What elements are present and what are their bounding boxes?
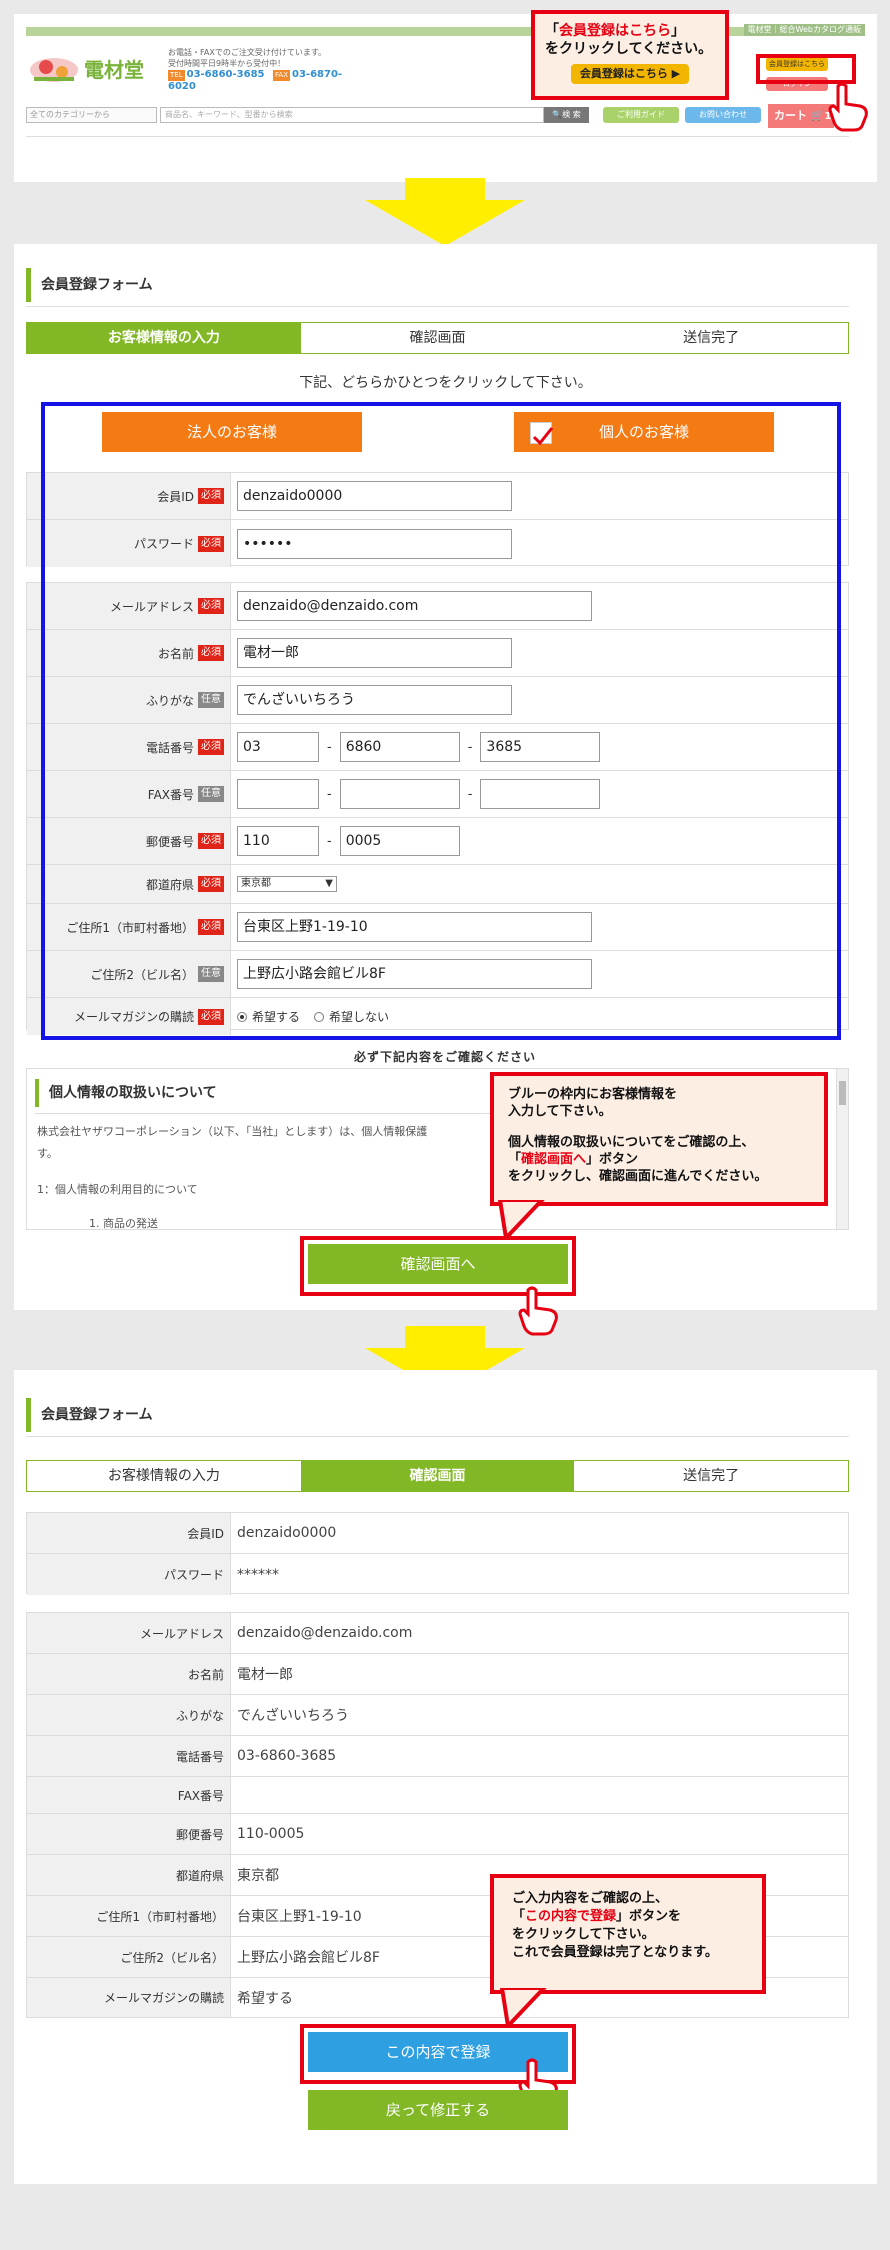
confirm-label-fax: FAX番号 <box>27 1777 231 1813</box>
callout-tail-icon <box>499 1988 547 2028</box>
tel-label: TEL <box>168 70 185 81</box>
step-complete: 送信完了 <box>683 1468 740 1484</box>
cart-icon: 🛒 <box>810 109 825 122</box>
privacy-text1: 株式会社ヤザワコーポレーション（以下、「当社」とします）は、個人情報保護 <box>37 1125 428 1138</box>
callout-register-final-hint: ご入力内容をご確認の上、 「この内容で登録」ボタンを をクリックして下さい。 こ… <box>490 1874 766 1994</box>
confirm-label-addr1: ご住所1（市町村番地） <box>27 1896 231 1936</box>
site-logo[interactable]: 電材堂 <box>26 50 154 88</box>
customer-info-frame <box>41 402 841 1040</box>
privacy-item: 1：個人情報の利用目的について <box>37 1183 198 1196</box>
callout1-line1: 「会員登録はこちら」 <box>545 23 685 39</box>
confirm-screen-button[interactable]: 確認画面へ <box>308 1244 568 1284</box>
callout1-line2: をクリックしてください。 <box>545 41 713 57</box>
confirm-label-tel: 電話番号 <box>27 1736 231 1776</box>
logo-text: 電材堂 <box>84 58 144 82</box>
form-instruction: 下記、どちらかひとつをクリックして下さい。 <box>299 375 592 391</box>
confirm-row-fax: FAX番号 <box>27 1777 848 1814</box>
step-confirm: 確認画面 <box>409 330 466 346</box>
form-title-divider <box>26 306 849 307</box>
confirm-progress-steps: お客様情報の入力 確認画面 送信完了 <box>26 1460 849 1492</box>
confirm-label-name: お名前 <box>27 1654 231 1694</box>
header-info-line1: お電話・FAXでのご注文受け付けています。 <box>168 48 327 57</box>
confirm-value-fax <box>231 1777 848 1813</box>
callout2-line2: 入力して下さい。 <box>508 1104 612 1119</box>
confirm-value-email: denzaido@denzaido.com <box>237 1625 413 1641</box>
confirm-note: 必ず下記内容をご確認ください <box>353 1050 536 1064</box>
step-input: お客様情報の入力 <box>107 1468 220 1484</box>
confirm-label-magazine: メールマガジンの購読 <box>27 1978 231 2017</box>
confirm-value-zip: 110-0005 <box>237 1826 305 1842</box>
back-edit-button[interactable]: 戻って修正する <box>308 2090 568 2130</box>
fax-label: FAX <box>273 70 291 81</box>
confirm-row-name: お名前 電材一郎 <box>27 1654 848 1695</box>
step-confirm: 確認画面 <box>300 1461 575 1491</box>
privacy-text2: す。 <box>37 1147 58 1160</box>
confirm-label-email: メールアドレス <box>27 1613 231 1653</box>
step-input: お客様情報の入力 <box>27 323 301 353</box>
confirm-account-table: 会員ID denzaido0000 パスワード ****** <box>26 1512 849 1595</box>
confirm-row-email: メールアドレス denzaido@denzaido.com <box>27 1613 848 1654</box>
callout3-line3: をクリックして下さい。 <box>512 1927 655 1942</box>
confirm-label-addr2: ご住所2（ビル名） <box>27 1937 231 1977</box>
confirm-value-member-id: denzaido0000 <box>237 1525 337 1541</box>
callout1-register-button: 会員登録はこちら ▶ <box>571 64 689 84</box>
confirm-row-password: パスワード ****** <box>27 1554 848 1595</box>
search-button-label: 検 索 <box>562 110 581 119</box>
confirm-value-kana: でんざいいちろう <box>237 1708 349 1724</box>
callout3-line1: ご入力内容をご確認の上、 <box>512 1891 669 1906</box>
confirm-value-tel: 03-6860-3685 <box>237 1748 337 1764</box>
privacy-subitem: 1. 商品の発送 <box>89 1217 158 1230</box>
contact-button[interactable]: お問い合わせ <box>685 107 761 123</box>
callout-register-hint: 「会員登録はこちら」 をクリックしてください。 会員登録はこちら ▶ <box>531 10 729 100</box>
highlight-register-link <box>756 54 856 84</box>
step-complete: 送信完了 <box>683 330 740 346</box>
callout2-line3: 個人情報の取扱いについてをご確認の上、 <box>508 1135 755 1150</box>
callout3-line4: これで会員登録は完了となります。 <box>512 1945 718 1960</box>
header-divider <box>26 136 849 137</box>
confirm-row-member-id: 会員ID denzaido0000 <box>27 1513 848 1554</box>
confirm-label-zip: 郵便番号 <box>27 1814 231 1854</box>
privacy-scrollbar[interactable] <box>836 1069 848 1229</box>
privacy-title: 個人情報の取扱いについて <box>35 1079 217 1107</box>
scrollbar-thumb[interactable] <box>839 1081 846 1105</box>
tel-number: 03-6860-3685 <box>186 69 265 80</box>
header-top-links[interactable]: 電材堂｜総合Webカタログ通販 <box>743 24 865 36</box>
callout2-line5: をクリックし、確認画面に進んでください。 <box>508 1169 768 1184</box>
confirm-title-divider <box>26 1436 849 1437</box>
header-info-line2: 受付時間平日9時半から受付中！ <box>168 59 286 68</box>
callout2-line4: 「確認画面へ」ボタン <box>508 1152 639 1167</box>
hand-pointer-icon <box>828 82 868 132</box>
confirm-value-password: ****** <box>237 1566 279 1583</box>
confirm-form-title: 会員登録フォーム <box>26 1398 153 1432</box>
confirm-row-tel: 電話番号 03-6860-3685 <box>27 1736 848 1777</box>
confirm-label-pref: 都道府県 <box>27 1855 231 1895</box>
category-select[interactable]: 全てのカテゴリーから <box>26 107 157 123</box>
confirm-label-member-id: 会員ID <box>27 1513 231 1553</box>
confirm-value-name: 電材一郎 <box>237 1667 293 1683</box>
down-arrow-icon <box>365 178 525 246</box>
callout3-line2: 「この内容で登録」ボタンを <box>512 1909 682 1924</box>
cart-label: カート <box>774 109 807 122</box>
callout-input-hint: ブルーの枠内にお客様情報を 入力して下さい。 個人情報の取扱いについてをご確認の… <box>490 1072 828 1206</box>
cart-button[interactable]: カート 🛒1 <box>768 104 834 128</box>
header-contact-info: お電話・FAXでのご注文受け付けています。 受付時間平日9時半から受付中！ TE… <box>168 47 358 92</box>
confirm-row-kana: ふりがな でんざいいちろう <box>27 1695 848 1736</box>
guide-button[interactable]: ご利用ガイド <box>603 107 679 123</box>
search-icon: 🔍 <box>552 110 563 119</box>
logo-mascot-icon <box>30 58 78 82</box>
site-header-panel: 電材堂｜総合Webカタログ通販 電材堂 お電話・FAXでのご注文受け付けています… <box>14 14 877 182</box>
progress-steps: お客様情報の入力 確認画面 送信完了 <box>26 322 849 354</box>
confirm-label-password: パスワード <box>27 1554 231 1595</box>
search-input[interactable]: 商品名、キーワード、型番から検索 <box>160 107 544 123</box>
callout-tail-icon <box>497 1200 545 1240</box>
form-title: 会員登録フォーム <box>26 268 153 302</box>
confirm-row-zip: 郵便番号 110-0005 <box>27 1814 848 1855</box>
confirm-label-kana: ふりがな <box>27 1695 231 1735</box>
callout2-line1: ブルーの枠内にお客様情報を <box>508 1087 678 1102</box>
search-button[interactable]: 🔍検 索 <box>544 107 589 123</box>
